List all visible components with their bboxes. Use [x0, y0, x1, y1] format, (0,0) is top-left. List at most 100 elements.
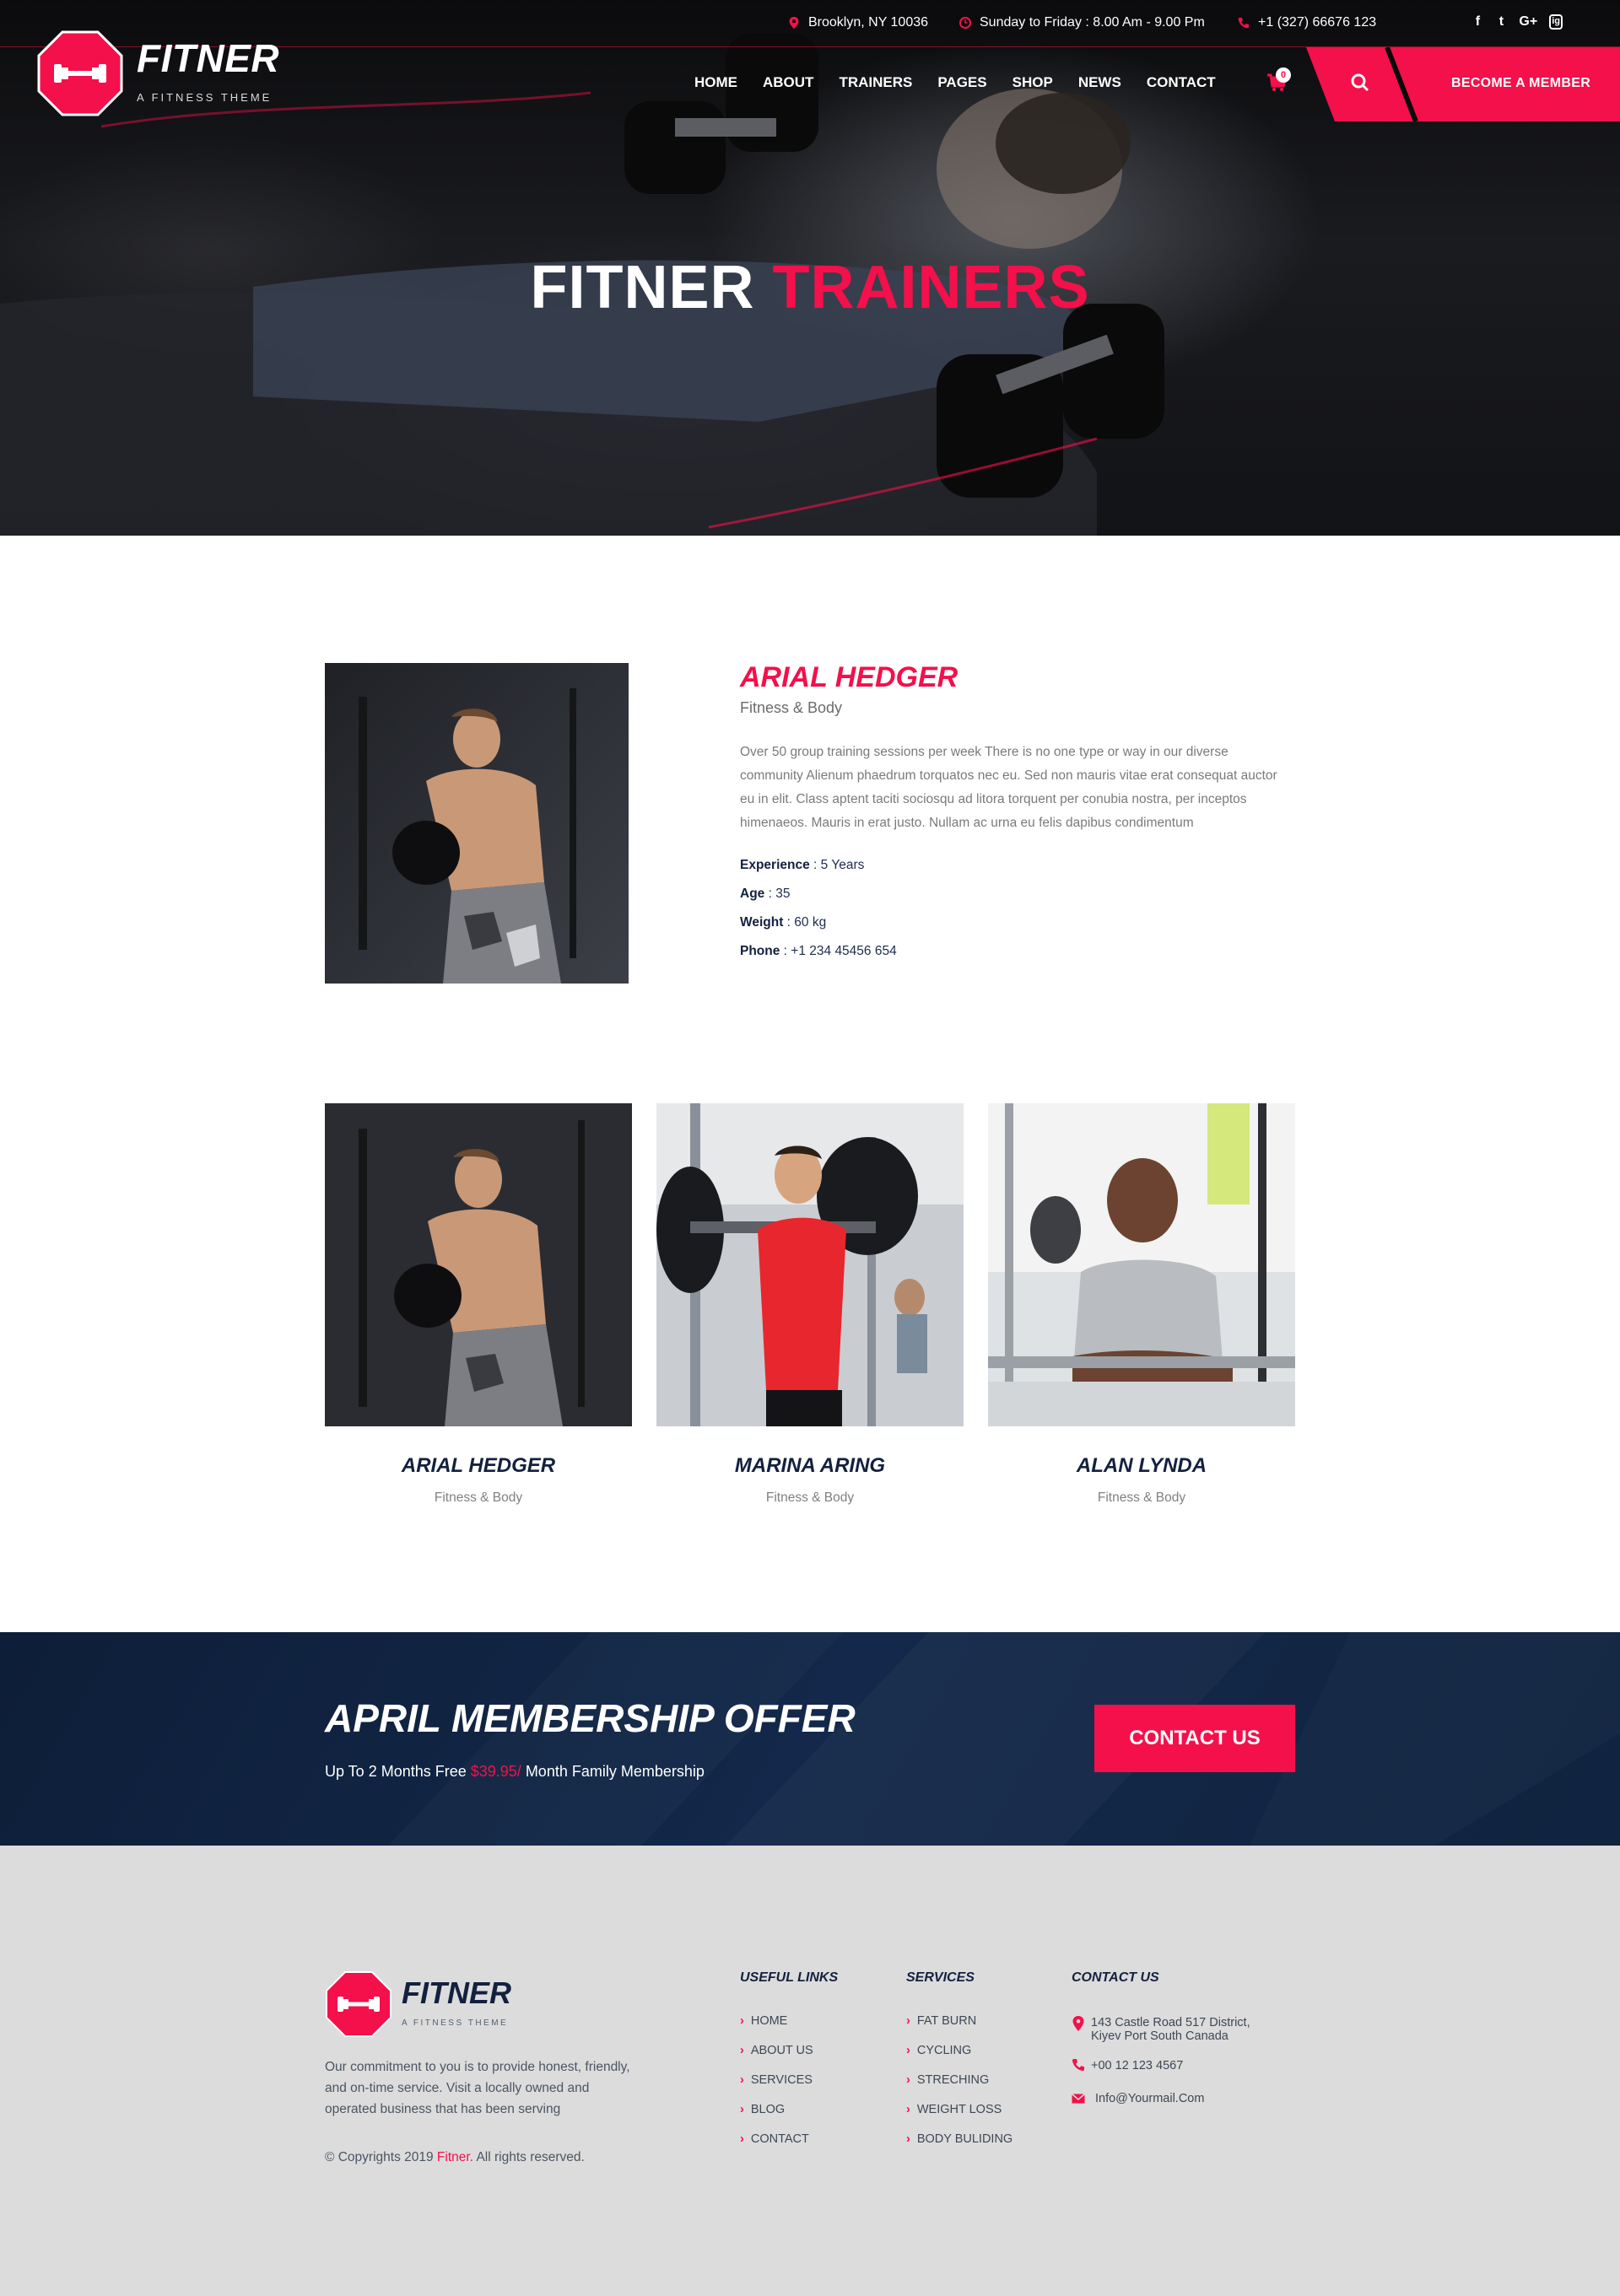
trainer-card-name[interactable]: ARIAL HEDGER [325, 1454, 632, 1478]
twitter-icon[interactable]: t [1495, 14, 1507, 30]
contact-us-title: CONTACT US [1072, 1970, 1159, 1985]
nav-contact[interactable]: CONTACT [1147, 74, 1216, 91]
footer-logo-icon[interactable] [325, 1970, 392, 2038]
footer-link-blog[interactable]: › BLOG [740, 2103, 785, 2116]
trainer-card-name[interactable]: ALAN LYNDA [988, 1454, 1295, 1478]
offer-sub-after: Month Family Membership [521, 1763, 705, 1780]
attr-label: Phone [740, 944, 780, 958]
footer-service-fat-burn[interactable]: › FAT BURN [906, 2014, 976, 2028]
clock-icon [959, 17, 971, 29]
become-member-button[interactable]: BECOME A MEMBER [1451, 76, 1590, 91]
attr-label: Experience [740, 858, 810, 872]
hours-info: Sunday to Friday : 8.00 Am - 9.00 Pm [959, 15, 1205, 30]
phone-icon [1072, 2059, 1084, 2072]
chevron-right-icon: › [740, 2073, 744, 2087]
chevron-right-icon: › [906, 2132, 910, 2146]
attr-value: : 60 kg [783, 915, 827, 930]
nav-about[interactable]: ABOUT [763, 74, 813, 91]
nav-home[interactable]: HOME [694, 74, 737, 91]
attr-weight: Weight : 60 kg [740, 915, 826, 930]
contact-us-button[interactable]: CONTACT US [1094, 1705, 1295, 1772]
attr-phone: Phone : +1 234 45456 654 [740, 944, 897, 959]
page-title-white: FITNER [530, 254, 755, 321]
footer-link-contact[interactable]: › CONTACT [740, 2132, 809, 2146]
footer [0, 1846, 1620, 2296]
brand-logo-icon[interactable] [37, 30, 123, 116]
facebook-icon[interactable]: f [1472, 14, 1483, 30]
hero-banner: Brooklyn, NY 10036 Sunday to Friday : 8.… [0, 0, 1620, 536]
trainer-card-photo[interactable] [656, 1103, 964, 1426]
footer-service-cycling[interactable]: › CYCLING [906, 2044, 971, 2057]
footer-email[interactable]: Info@Yourmail.Com [1095, 2092, 1204, 2105]
footer-link-about[interactable]: › ABOUT US [740, 2044, 813, 2057]
attr-label: Weight [740, 915, 784, 930]
footer-link-label: SERVICES [750, 2073, 813, 2087]
footer-brand-tagline: A FITNESS THEME [402, 2018, 509, 2028]
chevron-right-icon: › [740, 2014, 744, 2028]
attr-value: : 5 Years [809, 858, 865, 872]
envelope-icon [1072, 2093, 1085, 2104]
copyright-after: All rights reserved. [473, 2150, 585, 2164]
nav-pages[interactable]: PAGES [937, 74, 986, 91]
attr-experience: Experience : 5 Years [740, 858, 864, 873]
nav-shop[interactable]: SHOP [1012, 74, 1053, 91]
footer-brand-name[interactable]: FITNER [402, 1975, 511, 2011]
google-plus-icon[interactable]: G+ [1519, 14, 1537, 30]
footer-service-streching[interactable]: › STRECHING [906, 2073, 989, 2087]
footer-link-home[interactable]: › HOME [740, 2014, 787, 2028]
brand-tagline: A FITNESS THEME [137, 91, 273, 104]
trainer-card-role: Fitness & Body [765, 1490, 855, 1505]
chevron-right-icon: › [906, 2073, 910, 2087]
instagram-icon[interactable]: ig [1549, 14, 1563, 30]
footer-phone[interactable]: +00 12 123 4567 [1091, 2059, 1183, 2072]
footer-link-label: CONTACT [750, 2132, 809, 2146]
offer-subtitle: Up To 2 Months Free $39.95/ Month Family… [325, 1763, 705, 1781]
chevron-right-icon: › [740, 2044, 744, 2057]
offer-price: $39.95/ [470, 1763, 521, 1780]
hours-text: Sunday to Friday : 8.00 Am - 9.00 Pm [980, 15, 1205, 30]
page-title: FITNER TRAINERS [0, 253, 1620, 322]
useful-links-title: USEFUL LINKS [740, 1970, 839, 1985]
trainer-card-role: Fitness & Body [1097, 1490, 1186, 1505]
footer-service-body-building[interactable]: › BODY BULIDING [906, 2132, 1012, 2146]
trainer-card-name[interactable]: MARINA ARING [656, 1454, 964, 1478]
footer-link-label: HOME [750, 2014, 788, 2028]
social-links: f t G+ ig [1472, 14, 1563, 30]
page-title-red: TRAINERS [772, 254, 1090, 321]
address-line-1: 143 Castle Road 517 District, [1091, 2016, 1250, 2029]
footer-service-label: FAT BURN [916, 2014, 977, 2028]
attr-value: : +1 234 45456 654 [780, 944, 897, 958]
trainer-card-role: Fitness & Body [434, 1490, 523, 1505]
address-line-2: Kiyev Port South Canada [1091, 2029, 1228, 2043]
featured-trainer-photo [325, 663, 629, 984]
footer-link-services[interactable]: › SERVICES [740, 2073, 813, 2087]
chevron-right-icon: › [740, 2132, 744, 2146]
trainer-card-photo[interactable] [325, 1103, 632, 1426]
map-pin-icon [789, 17, 799, 29]
footer-service-label: WEIGHT LOSS [916, 2103, 1002, 2116]
footer-link-label: ABOUT US [750, 2044, 813, 2057]
footer-link-label: BLOG [750, 2103, 786, 2116]
footer-copyright: © Copyrights 2019 Fitner. All rights res… [325, 2150, 585, 2165]
chevron-right-icon: › [740, 2103, 744, 2116]
nav-trainers[interactable]: TRAINERS [839, 74, 912, 91]
chevron-right-icon: › [906, 2044, 910, 2057]
featured-trainer-bio: Over 50 group training sessions per week… [740, 745, 1277, 830]
chevron-right-icon: › [906, 2014, 910, 2028]
offer-sub-before: Up To 2 Months Free [325, 1763, 471, 1780]
chevron-right-icon: › [906, 2103, 910, 2116]
phone-text[interactable]: +1 (327) 66676 123 [1258, 15, 1376, 30]
footer-service-label: CYCLING [916, 2044, 972, 2057]
services-title: SERVICES [906, 1970, 975, 1985]
featured-trainer-role: Fitness & Body [740, 699, 843, 716]
copyright-brand-link[interactable]: Fitner. [437, 2150, 473, 2164]
footer-about-text: Our commitment to you is to provide hone… [325, 2060, 630, 2116]
location-text: Brooklyn, NY 10036 [808, 15, 929, 30]
footer-service-weight-loss[interactable]: › WEIGHT LOSS [906, 2103, 1002, 2116]
brand-name[interactable]: FITNER [137, 35, 279, 81]
nav-news[interactable]: NEWS [1078, 74, 1121, 91]
map-pin-icon [1072, 2016, 1084, 2031]
cart-count-badge: 0 [1276, 67, 1291, 83]
trainer-card-photo[interactable] [988, 1103, 1295, 1426]
attr-age: Age : 35 [740, 887, 790, 902]
